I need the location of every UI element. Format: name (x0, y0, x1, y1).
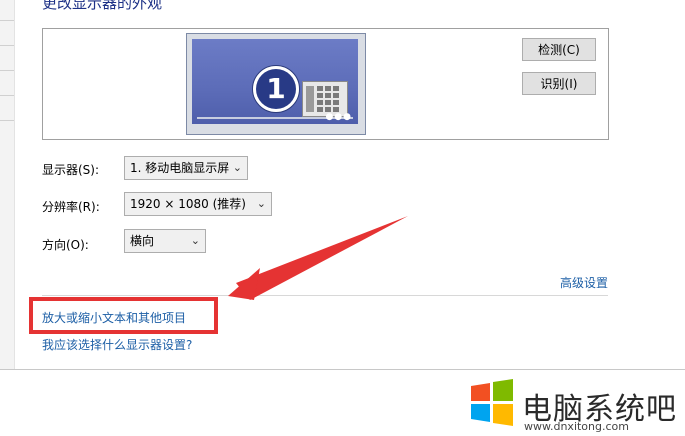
windows-logo-icon (471, 379, 513, 426)
watermark-url: www.dnxitong.com (524, 420, 629, 433)
watermark: 电脑系统吧 www.dnxitong.com (462, 370, 685, 436)
